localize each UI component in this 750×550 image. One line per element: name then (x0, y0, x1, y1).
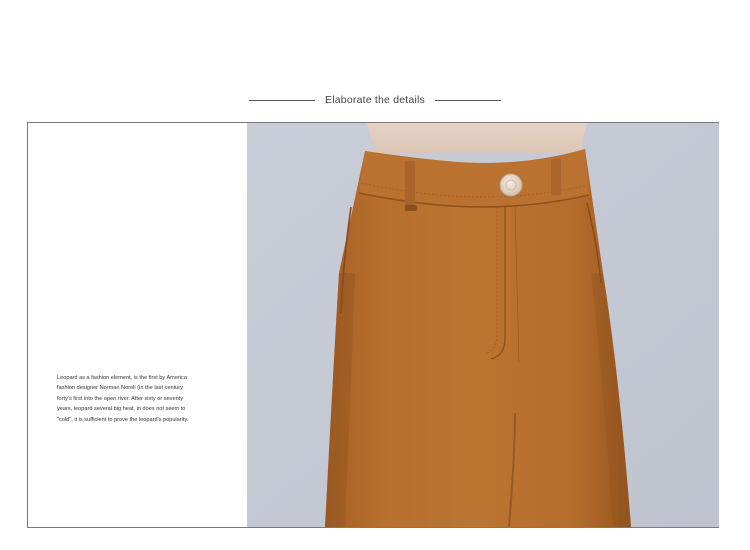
belt-loop-left (405, 161, 415, 211)
trousers-illustration (247, 123, 719, 527)
description-line: Leopard as a fashion element, is the fir… (57, 375, 187, 381)
belt-loop-right (551, 159, 561, 195)
product-photo (247, 123, 719, 527)
text-panel: Leopard as a fashion element, is the fir… (28, 123, 246, 527)
belt-loop-left-tack (405, 205, 417, 211)
description-line: years, leopard several big heat, in does… (57, 406, 186, 413)
section-title: Elaborate the details (325, 94, 425, 106)
heading-left-rule (249, 99, 316, 101)
description-text: Leopard as a fashion element, is the fir… (57, 373, 217, 425)
heading-right-rule (434, 99, 501, 101)
torso-skin (367, 123, 587, 153)
section-heading: Elaborate the details (0, 92, 750, 108)
detail-frame: Leopard as a fashion element, is the fir… (27, 122, 719, 528)
description-line: forty's first into the open river. After… (57, 395, 184, 402)
waist-button (499, 173, 523, 197)
description-line: fashion designer Norman Norell (in the l… (57, 385, 183, 392)
description-line: "cold", it is sufficient to prove the le… (57, 416, 189, 423)
